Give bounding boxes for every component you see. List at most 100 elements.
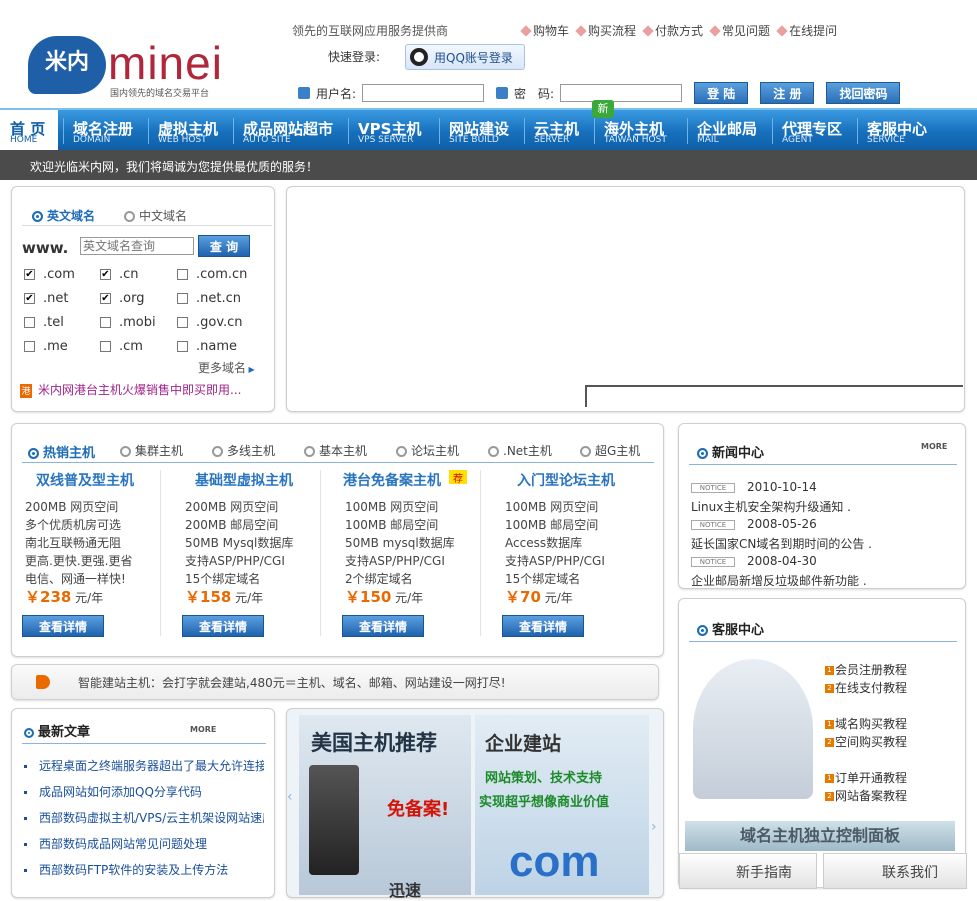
plan-feature: 支持ASP/PHP/CGI — [345, 554, 445, 568]
view-details-button[interactable]: 查看详情 — [182, 615, 264, 637]
nav-home[interactable]: 首 页 HOME — [0, 110, 58, 150]
promo-link[interactable]: 港米内网港台主机火爆销售中即买即用... — [20, 381, 241, 398]
recover-password-button[interactable]: 找回密码 — [826, 82, 901, 104]
checkbox-checked-icon: ✔ — [24, 293, 35, 304]
view-details-button[interactable]: 查看详情 — [22, 615, 104, 637]
top-link-payment[interactable]: 付款方式 — [642, 22, 703, 39]
tld-net[interactable]: ✔ .net — [24, 291, 68, 306]
login-button[interactable]: 登 陆 — [694, 82, 749, 104]
corp-site-banner[interactable]: 企业建站 网站策划、技术支持 实现超乎想像商业价值 com — [475, 715, 649, 895]
article-link[interactable]: 西部数码成品网站常见问题处理 — [24, 835, 264, 852]
news-more-link[interactable]: MORE — [921, 442, 947, 451]
control-panel-banner[interactable]: 域名主机独立控制面板 — [685, 821, 955, 851]
smart-site-text[interactable]: 智能建站主机：会打字就会建站,480元＝主机、域名、邮箱、网站建设一网打尽! — [78, 674, 506, 691]
nav-autosite[interactable]: 成品网站超市 AUTO SITE — [243, 110, 347, 150]
tab-cluster-host[interactable]: 集群主机 — [120, 442, 183, 459]
plan-title[interactable]: 双线普及型主机 — [36, 470, 134, 490]
article-link[interactable]: 西部数码虚拟主机/VPS/云主机架设网站速度 — [24, 809, 264, 826]
tld-com[interactable]: ✔ .com — [24, 267, 75, 282]
newbie-guide-button[interactable]: 新手指南 — [679, 853, 817, 889]
chevron-right-icon[interactable]: › — [651, 819, 663, 849]
plan-title[interactable]: 入门型论坛主机 — [517, 470, 615, 490]
radio-icon — [124, 211, 135, 222]
news-link[interactable]: 延长国家CN域名到期时间的公告 . — [691, 535, 872, 552]
news-link[interactable]: Linux主机安全架构升级通知 . — [691, 498, 851, 515]
tab-superg-host[interactable]: 超G主机 — [580, 442, 640, 459]
domain-search-button[interactable]: 查 询 — [198, 235, 250, 257]
fast-login-label: 快速登录: — [328, 50, 381, 64]
service-link[interactable]: 2 网站备案教程 — [825, 787, 907, 804]
plan-feature: 15个绑定域名 — [185, 572, 261, 586]
service-link[interactable]: 1 域名购买教程 — [825, 715, 907, 732]
tld-tel[interactable]: .tel — [24, 315, 64, 330]
tab-hot-host[interactable]: 热销主机 — [28, 442, 95, 461]
nav-overseas[interactable]: 海外主机 TAIWAN HOST — [604, 110, 684, 150]
checkbox-checked-icon: ✔ — [100, 269, 111, 280]
bullet-icon — [642, 25, 654, 37]
service-link[interactable]: 1 订单开通教程 — [825, 769, 907, 786]
main-banner[interactable] — [286, 186, 965, 412]
article-link[interactable]: 成品网站如何添加QQ分享代码 — [24, 783, 264, 800]
plan-title[interactable]: 港台免备案主机 — [343, 470, 441, 490]
tab-multiline-host[interactable]: 多线主机 — [212, 442, 275, 459]
domain-search-input[interactable] — [80, 237, 194, 255]
top-link-cart[interactable]: 购物车 — [520, 22, 569, 39]
corp-site-com: com — [509, 837, 600, 886]
plan-feature: 200MB 网页空间 — [25, 500, 119, 514]
top-link-ask[interactable]: 在线提问 — [776, 22, 837, 39]
nav-mail[interactable]: 企业邮局 MAIL — [697, 110, 767, 150]
username-input[interactable] — [362, 84, 485, 102]
checkbox-icon — [177, 341, 188, 352]
tld-cm[interactable]: .cm — [100, 339, 143, 354]
article-link[interactable]: 西部数码FTP软件的安装及上传方法 — [24, 861, 264, 878]
tld-org[interactable]: ✔ .org — [100, 291, 144, 306]
tld-name[interactable]: .name — [177, 339, 237, 354]
slogan: 领先的互联网应用服务提供商 — [292, 24, 449, 38]
tab-english-domain[interactable]: 英文域名 — [32, 207, 95, 224]
tld-mobi[interactable]: .mobi — [100, 315, 156, 330]
register-button[interactable]: 注 册 — [760, 82, 815, 104]
news-link[interactable]: 企业邮局新增反垃圾邮件新功能 . — [691, 572, 961, 586]
qq-icon — [410, 48, 428, 66]
tab-dotnet-host[interactable]: .Net主机 — [488, 442, 552, 459]
more-domains-link[interactable]: 更多域名 ▶ — [198, 359, 255, 376]
nav-domain[interactable]: 域名注册 DOMAIN — [73, 110, 149, 150]
view-details-button[interactable]: 查看详情 — [502, 615, 584, 637]
tab-chinese-domain[interactable]: 中文域名 — [124, 207, 187, 224]
plan-feature: 100MB 邮局空间 — [345, 518, 439, 532]
nav-sitebuild[interactable]: 网站建设 SITE BUILD — [449, 110, 525, 150]
contact-us-button[interactable]: 联系我们 — [823, 853, 967, 889]
us-host-banner[interactable]: 美国主机推荐 免备案! 迅速 — [299, 715, 471, 900]
number-icon: 2 — [825, 792, 834, 801]
plan-title[interactable]: 基础型虚拟主机 — [195, 470, 293, 490]
tab-forum-host[interactable]: 论坛主机 — [396, 442, 459, 459]
tld-me[interactable]: .me — [24, 339, 68, 354]
service-link[interactable]: 1 会员注册教程 — [825, 661, 907, 678]
plan-feature: 更高.更快.更强.更省 — [25, 554, 133, 568]
nav-agent[interactable]: 代理专区 AGENT — [782, 110, 858, 150]
chevron-left-icon[interactable]: ‹ — [287, 789, 299, 819]
tld-net-cn[interactable]: .net.cn — [177, 291, 241, 306]
top-link-flow[interactable]: 购买流程 — [575, 22, 636, 39]
articles-more-link[interactable]: MORE — [190, 725, 216, 734]
tld-cn[interactable]: ✔ .cn — [100, 267, 139, 282]
top-link-faq[interactable]: 常见问题 — [709, 22, 770, 39]
plan-feature: 100MB 邮局空间 — [505, 518, 599, 532]
logo-en[interactable]: minei — [108, 36, 223, 90]
nav-cloud[interactable]: 云主机 SERVER — [534, 110, 594, 150]
service-link[interactable]: 2 空间购买教程 — [825, 733, 907, 750]
service-link[interactable]: 2 在线支付教程 — [825, 679, 907, 696]
plan-feature: Access数据库 — [505, 536, 583, 550]
view-details-button[interactable]: 查看详情 — [342, 615, 424, 637]
tld-gov-cn[interactable]: .gov.cn — [177, 315, 243, 330]
tab-basic-host[interactable]: 基本主机 — [304, 442, 367, 459]
qq-login-button[interactable]: 用QQ账号登录 — [405, 44, 525, 70]
nav-vps[interactable]: VPS主机 VPS SERVER — [358, 110, 438, 150]
nav-divider — [687, 118, 688, 144]
radio-icon — [304, 446, 315, 457]
nav-service[interactable]: 客服中心 SERVICE — [867, 110, 943, 150]
nav-webhost[interactable]: 虚拟主机 WEB HOST — [158, 110, 234, 150]
password-input[interactable] — [560, 84, 683, 102]
tld-com-cn[interactable]: .com.cn — [177, 267, 247, 282]
article-link[interactable]: 远程桌面之终端服务器超出了最大允许连接数 — [24, 757, 264, 774]
